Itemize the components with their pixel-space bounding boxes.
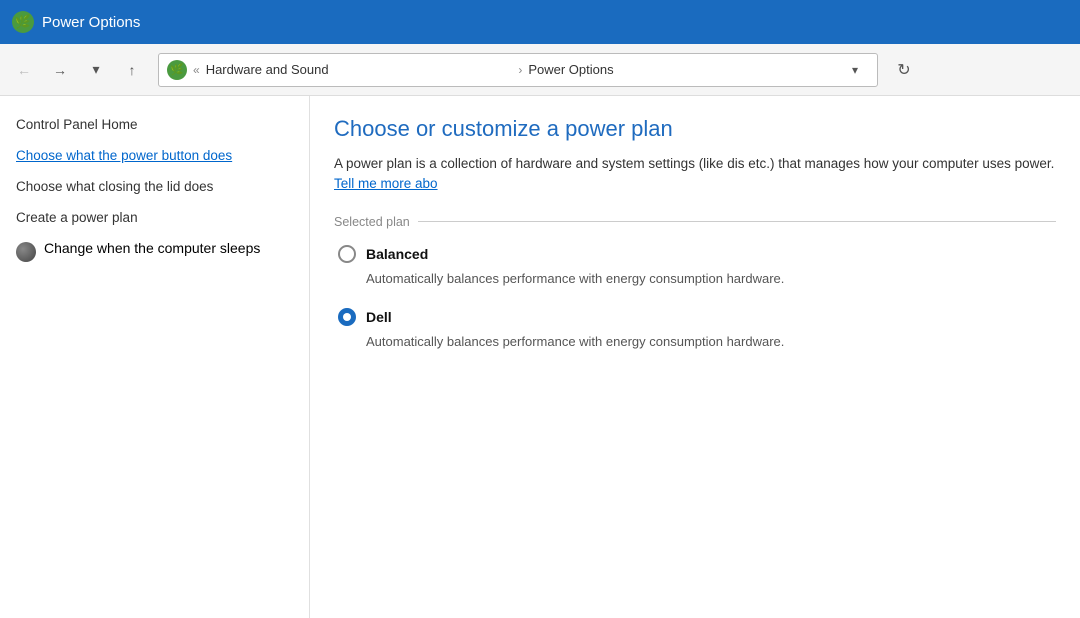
back-button[interactable]: ← (8, 54, 40, 86)
sidebar-item-change-sleep[interactable]: Change when the computer sleeps (16, 240, 293, 262)
navbar: ← → ▾ ↑ 🌿 « Hardware and Sound › Power O… (0, 44, 1080, 96)
recent-button[interactable]: ▾ (80, 54, 112, 86)
sidebar-item-create-plan[interactable]: Create a power plan (16, 209, 293, 228)
radio-dell[interactable] (338, 308, 356, 326)
sidebar: Control Panel Home Choose what the power… (0, 96, 310, 618)
forward-button[interactable]: → (44, 54, 76, 86)
sidebar-sleep-label: Change when the computer sleeps (44, 240, 260, 256)
sidebar-item-closing-lid[interactable]: Choose what closing the lid does (16, 178, 293, 197)
sidebar-item-power-button[interactable]: Choose what the power button does (16, 147, 293, 166)
plan-dell-desc: Automatically balances performance with … (338, 332, 1056, 352)
content-area: Control Panel Home Choose what the power… (0, 96, 1080, 618)
plan-dell-name: Dell (366, 309, 392, 325)
up-button[interactable]: ↑ (116, 54, 148, 86)
plan-balanced-desc: Automatically balances performance with … (338, 269, 1056, 289)
sidebar-item-control-panel-home[interactable]: Control Panel Home (16, 116, 293, 135)
radio-balanced[interactable] (338, 245, 356, 263)
titlebar-title: Power Options (42, 14, 140, 31)
address-dropdown-icon[interactable]: ▾ (841, 56, 869, 84)
address-sep2: › (518, 63, 522, 77)
selected-plan-label: Selected plan (334, 215, 1056, 229)
breadcrumb-power: Power Options (528, 62, 835, 77)
plan-dell[interactable]: Dell Automatically balances performance … (334, 308, 1056, 352)
address-icon: 🌿 (167, 60, 187, 80)
titlebar-icon: 🌿 (12, 11, 34, 33)
main-panel: Choose or customize a power plan A power… (310, 96, 1080, 618)
plan-balanced-header: Balanced (338, 245, 1056, 263)
tell-me-more-link[interactable]: Tell me more abo (334, 176, 438, 191)
titlebar: 🌿 Power Options (0, 0, 1080, 44)
sleep-icon (16, 242, 36, 262)
plan-balanced[interactable]: Balanced Automatically balances performa… (334, 245, 1056, 289)
address-sep1: « (193, 63, 200, 77)
address-bar[interactable]: 🌿 « Hardware and Sound › Power Options ▾ (158, 53, 878, 87)
breadcrumb-hardware: Hardware and Sound (206, 62, 513, 77)
plan-dell-header: Dell (338, 308, 1056, 326)
radio-dell-inner (343, 313, 351, 321)
refresh-button[interactable]: ↻ (888, 54, 920, 86)
page-title: Choose or customize a power plan (334, 116, 1056, 142)
page-description: A power plan is a collection of hardware… (334, 154, 1056, 195)
plan-balanced-name: Balanced (366, 246, 428, 262)
